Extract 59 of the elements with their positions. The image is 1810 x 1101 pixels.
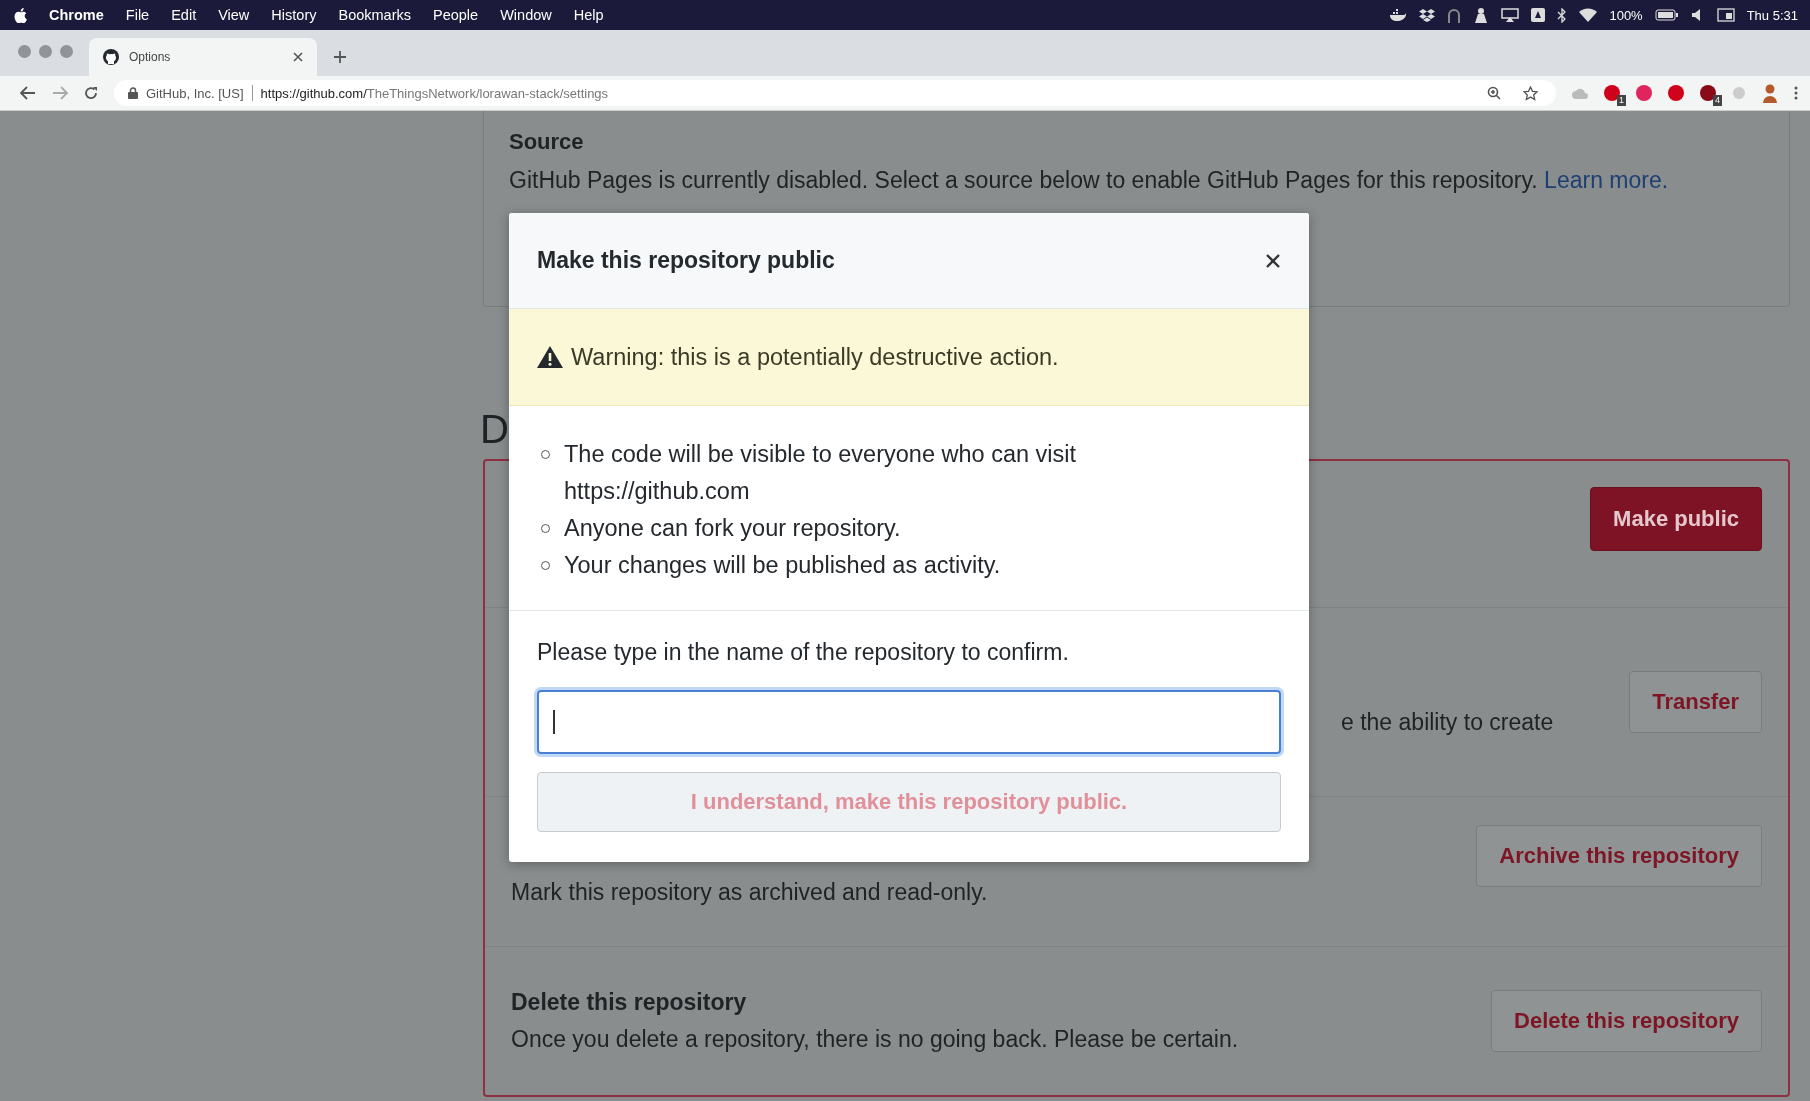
extension-icon[interactable] <box>1636 85 1652 101</box>
star-icon[interactable] <box>1523 85 1538 101</box>
avatar-icon[interactable] <box>1762 83 1778 103</box>
close-icon[interactable] <box>1265 252 1281 269</box>
browser-tab[interactable]: Options <box>89 38 317 76</box>
warning-icon <box>537 346 563 368</box>
menu-item[interactable]: Chrome <box>49 7 104 23</box>
close-icon[interactable] <box>293 52 303 62</box>
more-icon[interactable] <box>1794 86 1798 100</box>
back-icon[interactable] <box>20 86 36 100</box>
section-title: Source <box>509 129 585 155</box>
window-icon[interactable] <box>1716 8 1735 22</box>
bluetooth-icon[interactable] <box>1557 7 1568 23</box>
menu-item[interactable]: View <box>218 7 250 23</box>
row-description: e the ability to create <box>1341 708 1554 736</box>
box-icon[interactable] <box>1419 8 1436 22</box>
list-item-text: The code will be visible to everyone who can visit https://github.com <box>564 440 1077 506</box>
menu-item[interactable]: File <box>125 7 150 23</box>
menu-item[interactable]: Edit <box>171 7 197 23</box>
battery-percent: 100% <box>1609 7 1643 23</box>
menu-item[interactable]: Bookmarks <box>338 7 411 23</box>
arch-icon[interactable] <box>1447 7 1462 23</box>
clock: Thu 5:31 <box>1746 7 1798 23</box>
menu-item[interactable]: People <box>433 7 479 23</box>
row-title: Delete this repository <box>511 989 748 1016</box>
repository-name-field[interactable] <box>537 690 1281 754</box>
dialog-title: Make this repository public <box>537 247 835 274</box>
url-text: https://github.com/TheThingsNetwork/lorawan-stack/settings <box>260 85 609 101</box>
apple-logo-icon[interactable] <box>14 7 27 23</box>
new-tab-icon[interactable] <box>333 50 347 64</box>
figure-icon[interactable] <box>1473 7 1490 23</box>
lock-icon <box>128 87 138 99</box>
menu-item[interactable]: History <box>271 7 317 23</box>
danger-button[interactable]: Make public <box>1590 487 1762 551</box>
menu-item[interactable]: Help <box>573 7 604 23</box>
zoom-icon[interactable] <box>1487 86 1501 100</box>
row-description: Once you delete a repository, there is no going back. Please be certain. <box>511 1026 1239 1053</box>
list-item-text: Anyone can fork your repository. <box>564 514 901 543</box>
tab-title: Options <box>129 50 172 64</box>
octocat-icon <box>103 49 119 65</box>
wifi-icon[interactable] <box>1579 8 1598 22</box>
extension-icon[interactable] <box>1668 85 1684 101</box>
section-description: GitHub Pages is currently disabled. Select a source below to enable GitHub Pages for this repository. Learn more. <box>509 167 1670 194</box>
extension-badge: 4 <box>1713 95 1722 106</box>
extension-icon[interactable] <box>1700 85 1716 101</box>
warning-text: Warning: this is a potentially destructive action. <box>571 343 1059 371</box>
address-field[interactable]: GitHub, Inc. [US] https://github.com/TheThingsNetwork/lorawan-stack/settings <box>114 80 1556 106</box>
menu-item[interactable]: Window <box>500 7 552 23</box>
battery-icon[interactable] <box>1654 9 1679 21</box>
security-label: GitHub, Inc. [US] <box>146 85 244 101</box>
extension-badge: 1 <box>1617 95 1626 106</box>
section-heading: D <box>480 407 510 451</box>
confirm-label: Please type in the name of the repository to confirm. <box>537 639 1070 666</box>
whale-icon[interactable] <box>1389 8 1408 22</box>
list-item-text: Your changes will be published as activity. <box>564 551 1001 580</box>
square-icon[interactable] <box>1531 8 1546 22</box>
reload-icon[interactable] <box>84 86 98 100</box>
row-description: Mark this repository as archived and read-only. <box>511 879 988 906</box>
extension-icon[interactable] <box>1604 85 1620 101</box>
